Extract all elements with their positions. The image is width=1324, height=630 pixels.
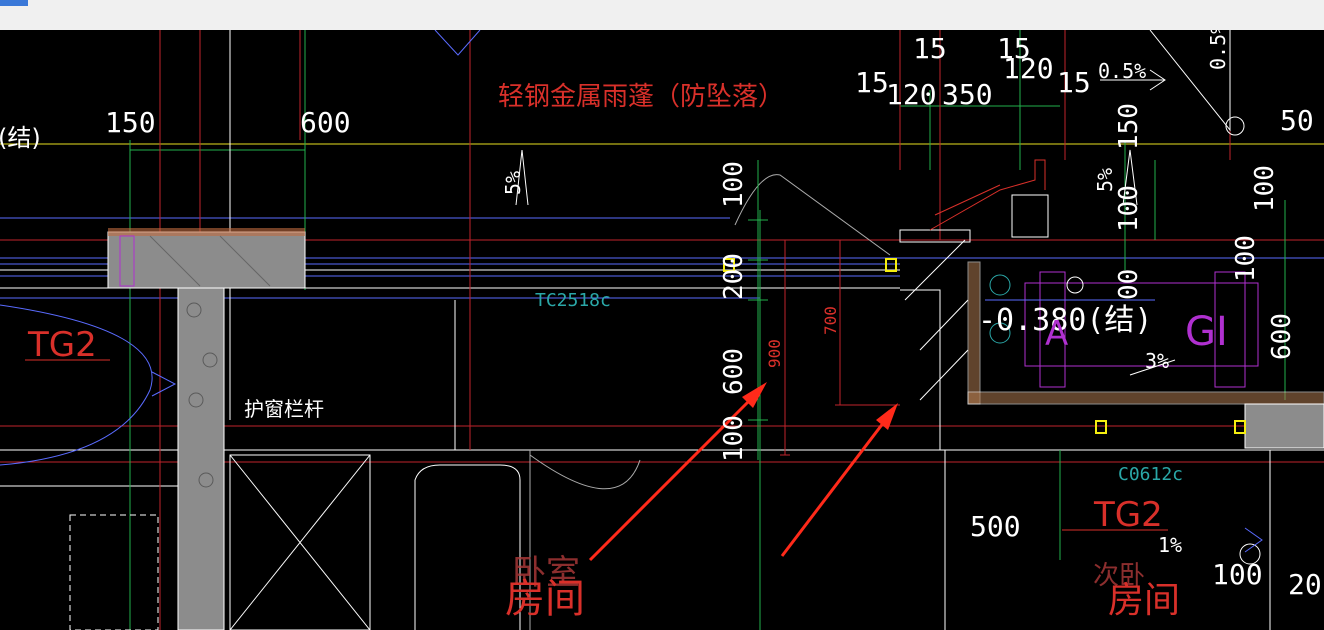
annotation-arrows [588,382,898,562]
slope-1-pct: 1% [1158,533,1182,557]
dim-100-mid: 100 [1114,185,1144,232]
dim-100-v2: 100 [719,415,749,462]
green-dim-chain [748,160,768,460]
drain-arrow-icon [1244,527,1263,553]
a-label: A [1045,314,1068,354]
c-code-label: C0612c [1118,464,1183,485]
yellow-markers [723,258,1246,434]
axis-symbol [1225,116,1245,136]
room-right-label: 房间 [1108,580,1180,621]
slope-0-5-pct: 0.5% [1098,59,1146,83]
struct-left-label: (结) [0,124,41,152]
insulation-strip [108,228,305,236]
wall-column [177,287,225,630]
dim-350: 350 [942,78,993,111]
dim-600-top: 600 [300,106,351,139]
dim-15-a: 15 [913,32,947,65]
tc-code-label: TC2518c [535,290,611,311]
dim-100-right2: 100 [1231,235,1261,282]
dim-00-mid: 00 [1114,269,1144,300]
tg2-right-label: TG2 [1093,495,1163,535]
dim-120-a: 120 [886,78,937,111]
dim-900-red: 900 [765,339,784,368]
dim-600-right: 600 [1267,313,1297,360]
dim-50: 50 [1280,104,1314,137]
dim-150-v: 150 [1114,103,1144,150]
drain-arrow-icon [151,371,177,397]
room-main-label: 房间 [505,576,585,622]
active-tab-indicator[interactable] [0,0,28,6]
left-wall [107,228,306,630]
dim-700-red: 700 [821,306,840,335]
dim-15-d: 15 [1057,66,1091,99]
dim-500: 500 [970,510,1021,543]
slope-5-pct-b: 5% [1093,168,1117,192]
dim-100-right1: 100 [1250,165,1280,212]
app-top-bar [0,0,1324,31]
slope-3-pct: 3% [1145,349,1169,373]
dim-600-v: 600 [719,348,749,395]
cad-drawing-canvas[interactable]: 150 600 15 15 15 15 120 350 120 50 500 1… [0,30,1324,630]
dim-15-c: 15 [855,66,889,99]
tg2-left-label: TG2 [27,325,97,365]
annotation-arrow-2 [780,413,892,557]
dim-20-bottom: 20 [1288,568,1322,601]
wall-slab [107,231,306,289]
canopy-title: 轻钢金属雨蓬（防坠落） [498,82,784,112]
dim-150: 150 [105,106,156,139]
window-rail-label: 护窗栏杆 [244,397,324,421]
dim-200-v: 200 [719,253,749,300]
cad-drawing-svg: 150 600 15 15 15 15 120 350 120 50 500 1… [0,30,1324,630]
gi-label: GI [1185,309,1228,355]
slope-5-pct-a: 5% [501,171,525,195]
slope-0-5-v: 0.5% [1206,30,1230,70]
dim-100-v1: 100 [719,161,749,208]
dim-120-b: 120 [1003,52,1054,85]
